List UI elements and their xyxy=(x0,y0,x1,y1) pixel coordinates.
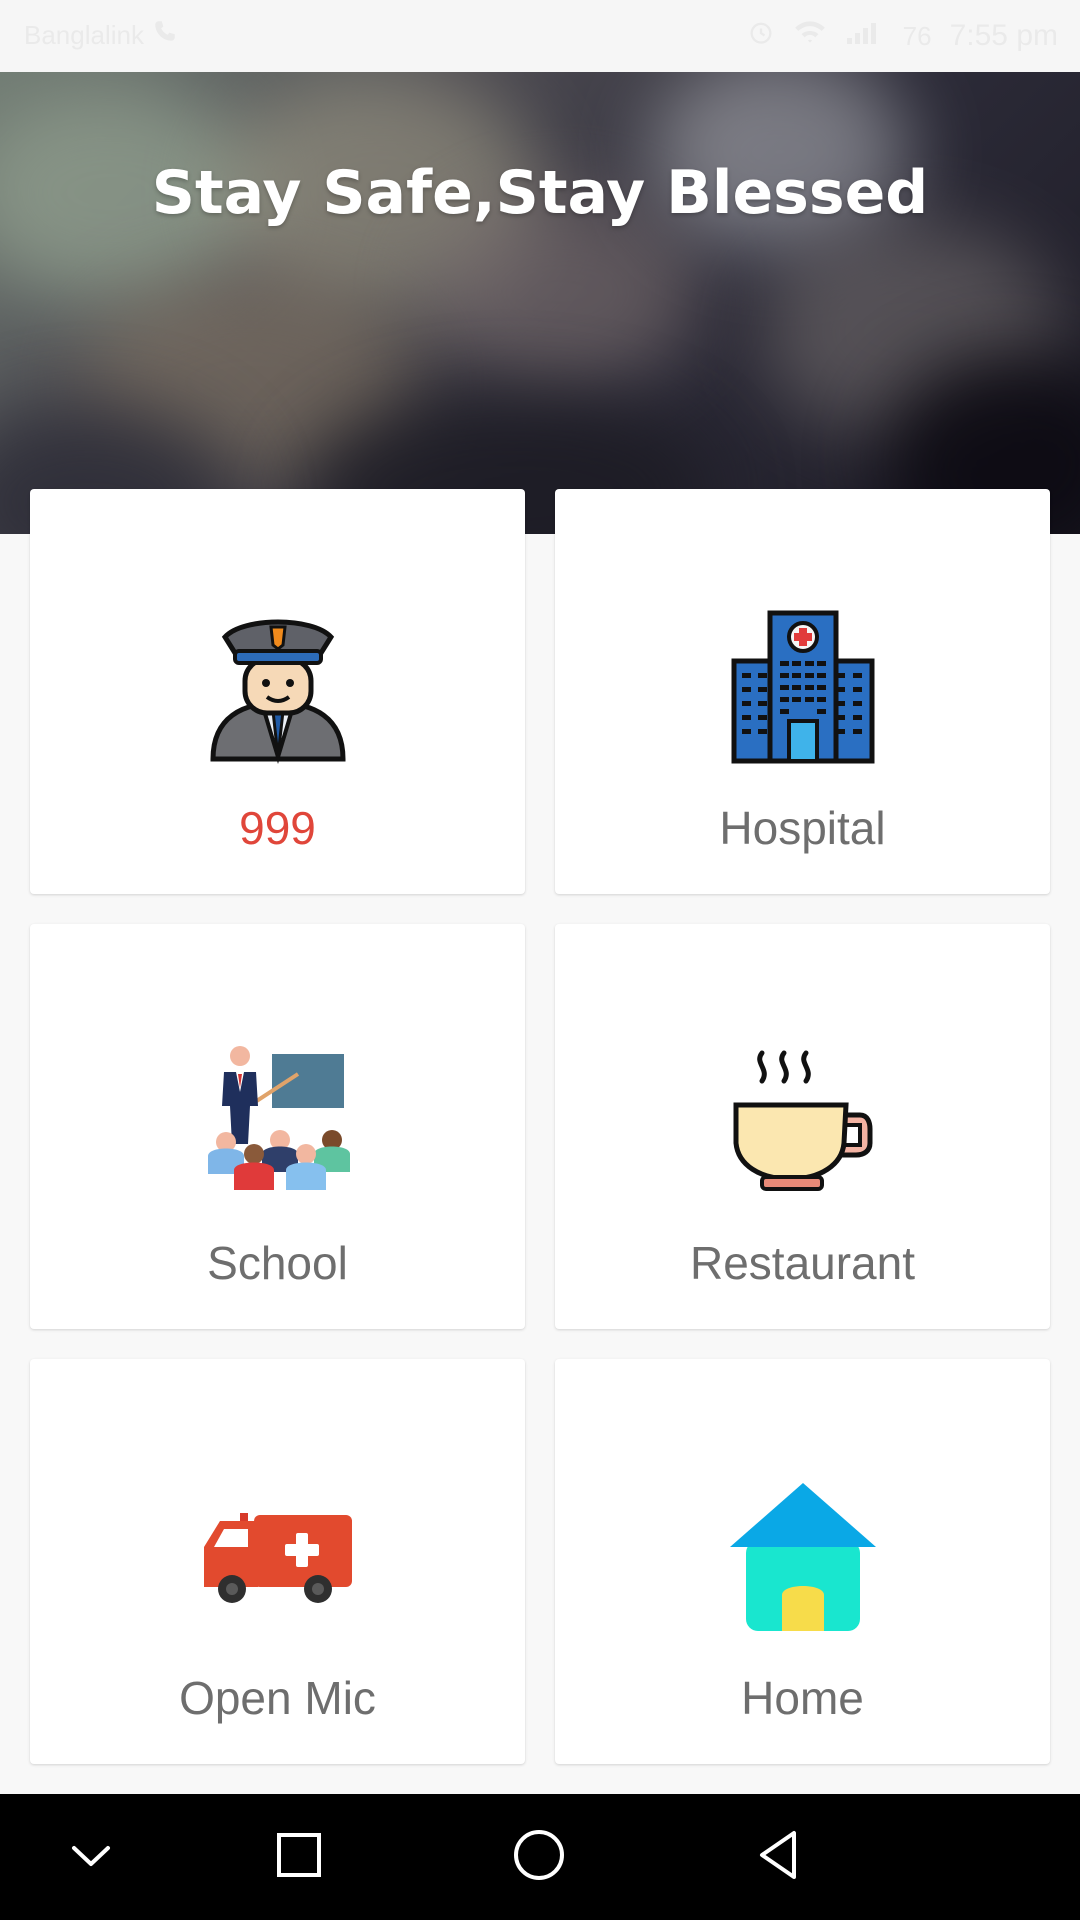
home-circle-icon xyxy=(511,1827,567,1887)
banner-title: Stay Safe,Stay Blessed xyxy=(151,158,929,228)
status-bar: Banglalink 76 7:55 pm xyxy=(0,0,1080,72)
carrier-text: Banglalink xyxy=(24,19,144,50)
nav-home-button[interactable] xyxy=(504,1822,574,1892)
hospital-building-icon xyxy=(723,607,883,767)
battery-level: 76 xyxy=(902,20,932,51)
card-hospital[interactable]: Hospital xyxy=(555,489,1050,894)
clock: 7:55 pm xyxy=(949,19,1058,52)
card-school[interactable]: School xyxy=(30,924,525,1329)
nav-back-button[interactable] xyxy=(745,1822,815,1892)
card-label: 999 xyxy=(239,802,316,854)
phone-icon xyxy=(152,18,178,52)
card-label: School xyxy=(207,1237,348,1289)
card-label: Open Mic xyxy=(179,1672,376,1724)
nav-hide-button[interactable] xyxy=(56,1822,126,1892)
navigation-bar xyxy=(0,1794,1080,1920)
back-triangle-icon xyxy=(752,1827,808,1887)
status-right: 76 7:55 pm xyxy=(747,18,1058,54)
app-screen: Banglalink 76 7:55 pm Stay Safe,Stay Ble… xyxy=(0,0,1080,1920)
coffee-cup-icon xyxy=(723,1042,883,1202)
signal-icon xyxy=(845,18,885,54)
status-left: Banglalink xyxy=(24,18,178,52)
card-restaurant[interactable]: Restaurant xyxy=(555,924,1050,1329)
card-home[interactable]: Home xyxy=(555,1359,1050,1764)
card-label: Hospital xyxy=(719,802,886,854)
card-open-mic[interactable]: Open Mic xyxy=(30,1359,525,1764)
house-icon xyxy=(723,1477,883,1637)
card-999[interactable]: 999 xyxy=(30,489,525,894)
teacher-classroom-icon xyxy=(198,1042,358,1202)
chevron-down-icon xyxy=(68,1832,114,1882)
recent-apps-icon xyxy=(273,1829,325,1885)
nav-recent-apps-button[interactable] xyxy=(264,1822,334,1892)
police-officer-icon xyxy=(198,607,358,767)
card-label: Home xyxy=(741,1672,864,1724)
ambulance-icon xyxy=(198,1477,358,1637)
wifi-icon xyxy=(793,18,827,54)
card-label: Restaurant xyxy=(689,1237,915,1289)
alarm-icon xyxy=(747,18,775,54)
header-banner: Stay Safe,Stay Blessed xyxy=(0,72,1080,534)
